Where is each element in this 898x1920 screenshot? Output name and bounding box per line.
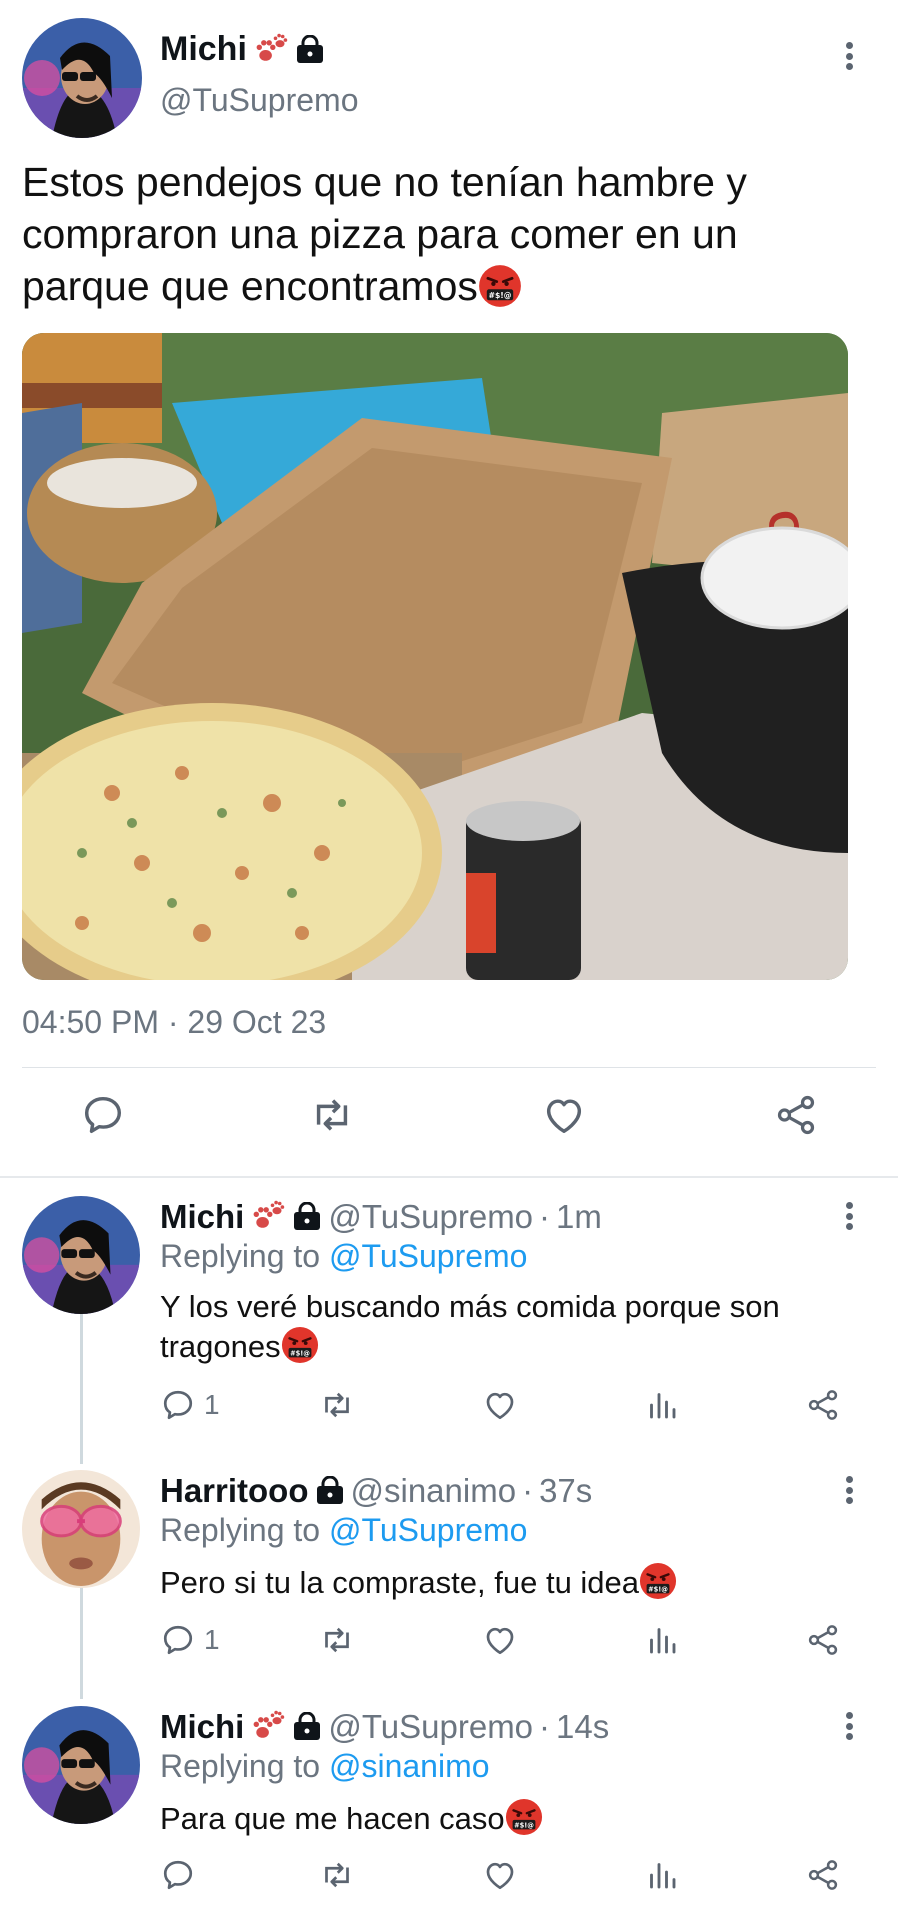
author-handle[interactable]: @sinanimo (351, 1472, 517, 1510)
author-name[interactable]: Harritooo (160, 1472, 309, 1510)
reply-tweet[interactable]: Michi @TuSupremo · 1m Replying to @TuSup… (0, 1186, 898, 1386)
author-handle[interactable]: @TuSupremo (328, 1708, 533, 1746)
reply-text-content: Para que me hacen caso (160, 1801, 505, 1836)
share-icon[interactable] (805, 1857, 841, 1893)
lock-icon (295, 35, 325, 65)
reply-text: Pero si tu la compraste, fue tu idea (160, 1562, 860, 1602)
reply-icon[interactable] (160, 1387, 196, 1423)
separator-dot: · (539, 1708, 551, 1745)
reply-button[interactable]: 1 (160, 1387, 220, 1423)
avatar[interactable] (22, 1706, 140, 1824)
avatar[interactable] (22, 1470, 140, 1588)
like-icon[interactable] (482, 1622, 518, 1658)
lock-icon (315, 1476, 345, 1506)
replying-to: Replying to @TuSupremo (160, 1512, 527, 1549)
divider (0, 1176, 898, 1178)
replying-to-link[interactable]: @sinanimo (329, 1748, 490, 1784)
pizza-photo: CVS (22, 333, 848, 980)
angry-cursing-emoji-icon (478, 264, 522, 308)
retweet-icon[interactable] (319, 1387, 355, 1423)
angry-cursing-emoji-icon (281, 1326, 319, 1364)
reply-time[interactable]: 1m (556, 1198, 602, 1236)
replying-to-prefix: Replying to (160, 1238, 321, 1274)
like-icon[interactable] (482, 1387, 518, 1423)
reply-tweet[interactable]: Michi @TuSupremo · 14s Replying to @sina… (0, 1696, 898, 1856)
reply-icon[interactable] (160, 1622, 196, 1658)
separator-dot: · (522, 1472, 534, 1509)
retweet-icon[interactable] (307, 1090, 357, 1140)
replying-to-prefix: Replying to (160, 1512, 321, 1548)
paw-emoji-icon (250, 1199, 286, 1235)
reply-count: 1 (204, 1624, 220, 1655)
stats-icon[interactable] (644, 1622, 680, 1658)
stats-icon[interactable] (644, 1857, 680, 1893)
replying-to-link[interactable]: @TuSupremo (329, 1238, 527, 1274)
author-name-row[interactable]: Michi (160, 30, 325, 69)
reply-action-bar: 1 (0, 1387, 898, 1437)
share-icon[interactable] (805, 1387, 841, 1423)
reply-icon[interactable] (78, 1090, 128, 1140)
retweet-icon[interactable] (319, 1857, 355, 1893)
like-icon[interactable] (539, 1090, 589, 1140)
author-handle[interactable]: @TuSupremo (160, 82, 358, 119)
tweet-photo[interactable]: CVS (22, 333, 848, 980)
angry-cursing-emoji-icon (639, 1562, 677, 1600)
reply-time[interactable]: 14s (556, 1708, 609, 1746)
reply-icon[interactable] (160, 1857, 196, 1893)
reply-header: Michi @TuSupremo · 14s (160, 1708, 609, 1746)
tweet-action-bar (0, 1090, 898, 1152)
reply-header: Harritooo @sinanimo · 37s (160, 1472, 592, 1510)
more-options-icon[interactable] (837, 36, 861, 76)
avatar[interactable] (22, 1196, 140, 1314)
lock-icon (292, 1202, 322, 1232)
share-icon[interactable] (805, 1622, 841, 1658)
tweet-text: Estos pendejos que no tenían hambre y co… (22, 156, 862, 312)
replying-to: Replying to @sinanimo (160, 1748, 490, 1785)
author-name[interactable]: Michi (160, 30, 247, 69)
paw-emoji-icon (250, 1709, 286, 1745)
reply-text: Y los veré buscando más comida porque so… (160, 1288, 860, 1366)
tweet-text-content: Estos pendejos que no tenían hambre y co… (22, 159, 747, 309)
more-options-icon[interactable] (837, 1706, 861, 1746)
reply-text-content: Y los veré buscando más comida porque so… (160, 1289, 780, 1364)
tweet-timestamp[interactable]: 04:50 PM · 29 Oct 23 (22, 1004, 326, 1041)
reply-count: 1 (204, 1389, 220, 1420)
reply-text: Para que me hacen caso (160, 1798, 860, 1838)
reply-time[interactable]: 37s (539, 1472, 592, 1510)
reply-action-bar: 1 (0, 1622, 898, 1672)
lock-icon (292, 1712, 322, 1742)
angry-cursing-emoji-icon (505, 1798, 543, 1836)
paw-emoji-icon (253, 32, 289, 68)
replying-to-prefix: Replying to (160, 1748, 321, 1784)
author-name[interactable]: Michi (160, 1708, 244, 1746)
replying-to: Replying to @TuSupremo (160, 1238, 527, 1275)
reply-header: Michi @TuSupremo · 1m (160, 1198, 602, 1236)
separator-dot: · (539, 1198, 551, 1235)
more-options-icon[interactable] (837, 1470, 861, 1510)
like-icon[interactable] (482, 1857, 518, 1893)
replying-to-link[interactable]: @TuSupremo (329, 1512, 527, 1548)
more-options-icon[interactable] (837, 1196, 861, 1236)
retweet-icon[interactable] (319, 1622, 355, 1658)
reply-action-bar (0, 1857, 898, 1907)
share-icon[interactable] (771, 1090, 821, 1140)
avatar[interactable] (22, 18, 142, 138)
reply-button[interactable] (160, 1857, 204, 1893)
reply-tweet[interactable]: Harritooo @sinanimo · 37s Replying to @T… (0, 1460, 898, 1620)
author-handle[interactable]: @TuSupremo (328, 1198, 533, 1236)
divider (22, 1067, 876, 1068)
reply-text-content: Pero si tu la compraste, fue tu idea (160, 1565, 640, 1600)
stats-icon[interactable] (644, 1387, 680, 1423)
main-tweet: Michi @TuSupremo Estos pendejos que no t… (0, 0, 898, 1176)
author-name[interactable]: Michi (160, 1198, 244, 1236)
reply-button[interactable]: 1 (160, 1622, 220, 1658)
